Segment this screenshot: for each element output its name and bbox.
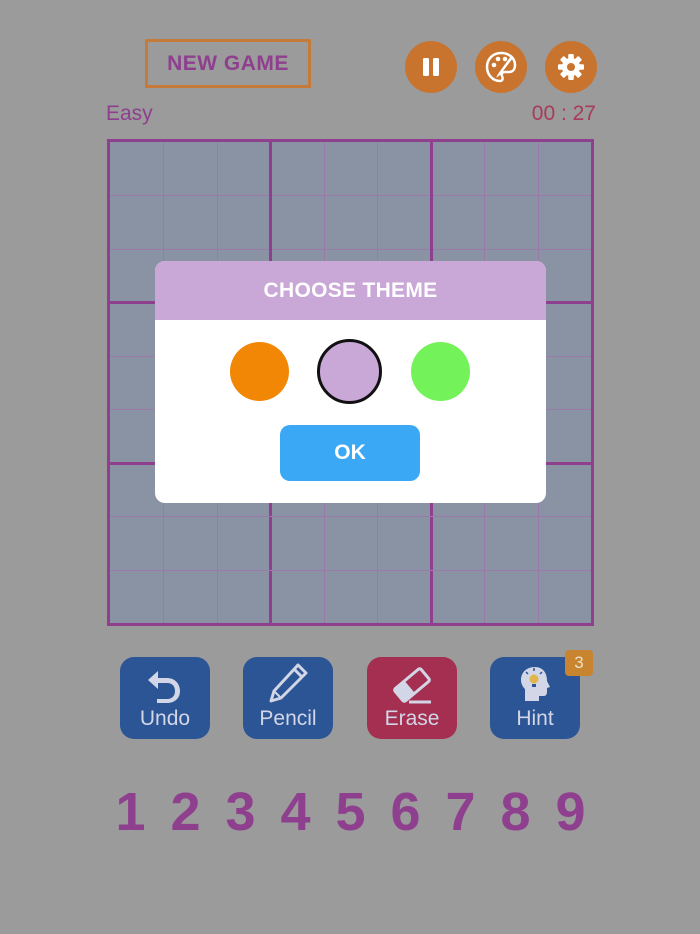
theme-swatch-purple[interactable] bbox=[317, 339, 382, 404]
dialog-title: CHOOSE THEME bbox=[155, 261, 546, 320]
number-button-6[interactable]: 6 bbox=[378, 780, 433, 844]
new-game-button[interactable]: NEW GAME bbox=[145, 39, 311, 88]
settings-button[interactable] bbox=[545, 41, 597, 93]
theme-button[interactable] bbox=[475, 41, 527, 93]
pause-icon bbox=[423, 58, 439, 76]
theme-swatch-green[interactable] bbox=[411, 342, 470, 401]
erase-button[interactable]: Erase bbox=[367, 657, 457, 739]
number-button-7[interactable]: 7 bbox=[433, 780, 488, 844]
number-button-1[interactable]: 1 bbox=[103, 780, 158, 844]
hint-head-icon bbox=[521, 667, 550, 701]
undo-button[interactable]: Undo bbox=[120, 657, 210, 739]
number-button-8[interactable]: 8 bbox=[488, 780, 543, 844]
number-button-2[interactable]: 2 bbox=[158, 780, 213, 844]
choose-theme-dialog: CHOOSE THEME OK bbox=[155, 261, 546, 503]
number-button-5[interactable]: 5 bbox=[323, 780, 378, 844]
number-button-4[interactable]: 4 bbox=[268, 780, 323, 844]
game-timer: 00 : 27 bbox=[531, 102, 596, 125]
number-button-9[interactable]: 9 bbox=[543, 780, 598, 844]
eraser-icon bbox=[393, 667, 431, 704]
hint-label: Hint bbox=[516, 707, 554, 730]
ok-button[interactable]: OK bbox=[280, 425, 420, 481]
number-button-3[interactable]: 3 bbox=[213, 780, 268, 844]
theme-swatch-orange[interactable] bbox=[230, 342, 289, 401]
erase-label: Erase bbox=[384, 707, 440, 730]
undo-icon bbox=[148, 671, 180, 703]
difficulty-label: Easy bbox=[106, 102, 153, 125]
number-pad: 1 2 3 4 5 6 7 8 9 bbox=[103, 780, 598, 844]
pause-button[interactable] bbox=[405, 41, 457, 93]
undo-label: Undo bbox=[139, 707, 191, 730]
palette-icon bbox=[485, 51, 517, 83]
pencil-button[interactable]: Pencil bbox=[243, 657, 333, 739]
hint-count-badge: 3 bbox=[565, 650, 593, 676]
gear-icon bbox=[558, 54, 584, 80]
pencil-label: Pencil bbox=[259, 707, 317, 730]
pencil-icon bbox=[269, 663, 308, 703]
